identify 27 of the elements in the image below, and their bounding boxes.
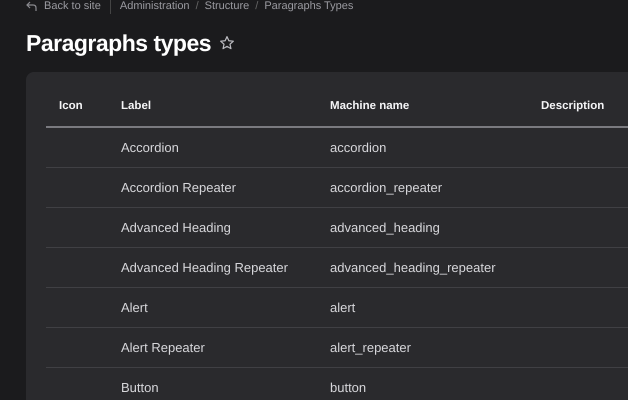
table-cell: Advanced Heading Repeater <box>121 248 330 288</box>
table-cell: accordion_repeater <box>330 168 541 208</box>
table-cell: Advanced Heading <box>121 208 330 248</box>
table-cell: advanced_heading <box>330 208 541 248</box>
star-icon[interactable] <box>219 35 236 51</box>
breadcrumb-separator: / <box>255 0 258 12</box>
breadcrumb-link[interactable]: Structure <box>204 0 250 12</box>
table-cell: advanced_heading_repeater <box>330 248 541 288</box>
table-cell: Button <box>121 368 330 400</box>
breadcrumb-link[interactable]: Paragraphs Types <box>264 0 354 12</box>
column-header: Icon <box>46 85 121 127</box>
column-header: Description <box>541 85 628 127</box>
table-cell: accordion <box>330 127 541 168</box>
page-title: Paragraphs types <box>26 30 212 56</box>
table-cell: Accordion <box>121 127 330 168</box>
table-cell: button <box>330 368 541 400</box>
table-cell: alert <box>330 288 541 328</box>
column-header: Machine name <box>330 85 541 127</box>
table-cell: Alert <box>121 288 330 328</box>
table-cell: Accordion Repeater <box>121 168 330 208</box>
back-to-site-link[interactable]: Back to site <box>26 0 101 12</box>
table-cell: Alert Repeater <box>121 328 330 368</box>
breadcrumb-link[interactable]: Administration <box>120 0 190 12</box>
table-cell: alert_repeater <box>330 328 541 368</box>
breadcrumb-separator: / <box>196 0 199 12</box>
column-header: Label <box>121 85 330 127</box>
back-arrow-icon <box>26 1 37 11</box>
